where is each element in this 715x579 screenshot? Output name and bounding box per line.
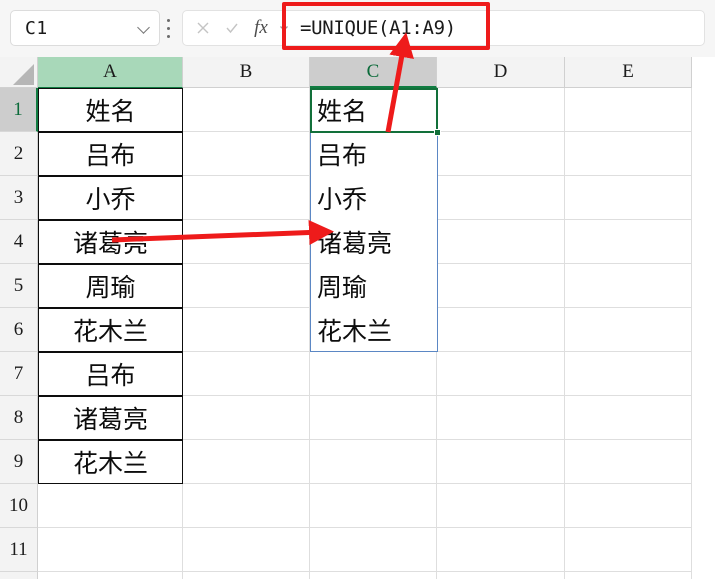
- cell-a8[interactable]: 诸葛亮: [38, 396, 183, 440]
- cell-c2[interactable]: 吕布: [310, 132, 437, 176]
- column-header-c[interactable]: C: [310, 57, 437, 88]
- row-header-8[interactable]: 8: [0, 396, 38, 440]
- row-header-12[interactable]: 12: [0, 572, 38, 579]
- cell-a9[interactable]: 花木兰: [38, 440, 183, 484]
- cell-a6[interactable]: 花木兰: [38, 308, 183, 352]
- column-header-a[interactable]: A: [38, 57, 183, 88]
- cell-a7[interactable]: 吕布: [38, 352, 183, 396]
- cell-a5[interactable]: 周瑜: [38, 264, 183, 308]
- formula-bar-icons: fx: [183, 14, 292, 42]
- gridline-vertical: [691, 88, 692, 579]
- cell-a4[interactable]: 诸葛亮: [38, 220, 183, 264]
- column-header-e[interactable]: E: [565, 57, 692, 88]
- row-header-3[interactable]: 3: [0, 176, 38, 220]
- fill-handle[interactable]: [434, 129, 441, 136]
- row-header-9[interactable]: 9: [0, 440, 38, 484]
- name-box[interactable]: C1: [10, 10, 160, 46]
- kebab-menu-icon[interactable]: [167, 19, 172, 38]
- column-header-d[interactable]: D: [437, 57, 565, 88]
- spreadsheet-grid[interactable]: ABCDE 123456789101112 姓名吕布小乔诸葛亮周瑜花木兰吕布诸葛…: [0, 57, 715, 579]
- cell-c1[interactable]: 姓名: [310, 88, 437, 132]
- fx-icon[interactable]: fx: [247, 14, 275, 42]
- row-header-1[interactable]: 1: [0, 88, 38, 132]
- cell-a3[interactable]: 小乔: [38, 176, 183, 220]
- cell-a1[interactable]: 姓名: [38, 88, 183, 132]
- row-header-11[interactable]: 11: [0, 528, 38, 572]
- cell-c5[interactable]: 周瑜: [310, 264, 437, 308]
- column-header-b[interactable]: B: [183, 57, 310, 88]
- formula-input[interactable]: =UNIQUE(A1:A9): [292, 17, 704, 39]
- formula-bar[interactable]: fx =UNIQUE(A1:A9): [182, 10, 705, 46]
- row-header-2[interactable]: 2: [0, 132, 38, 176]
- row-header-4[interactable]: 4: [0, 220, 38, 264]
- chevron-down-icon[interactable]: [137, 21, 151, 35]
- excel-window: C1 fx =UNIQUE(A1:A9) A B C D E 1 2 3 4 5…: [0, 0, 715, 579]
- row-header-7[interactable]: 7: [0, 352, 38, 396]
- chevron-down-icon[interactable]: [276, 14, 292, 42]
- row-header-5[interactable]: 5: [0, 264, 38, 308]
- close-icon[interactable]: [189, 14, 217, 42]
- cell-c6[interactable]: 花木兰: [310, 308, 437, 352]
- cell-c4[interactable]: 诸葛亮: [310, 220, 437, 264]
- name-box-value: C1: [25, 17, 48, 39]
- cell-a2[interactable]: 吕布: [38, 132, 183, 176]
- check-icon[interactable]: [218, 14, 246, 42]
- formula-bar-region: C1 fx =UNIQUE(A1:A9): [0, 0, 715, 57]
- gridline-vertical: [564, 88, 565, 579]
- row-header-6[interactable]: 6: [0, 308, 38, 352]
- gridline-horizontal: [38, 571, 692, 572]
- gridline-horizontal: [38, 527, 692, 528]
- select-all-button[interactable]: [0, 57, 38, 88]
- row-header-10[interactable]: 10: [0, 484, 38, 528]
- cell-c3[interactable]: 小乔: [310, 176, 437, 220]
